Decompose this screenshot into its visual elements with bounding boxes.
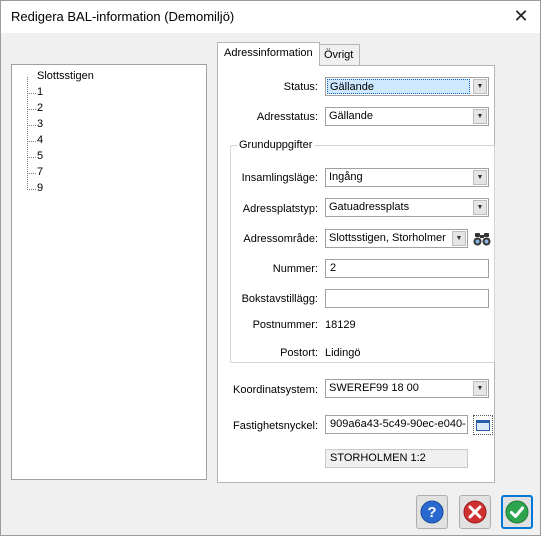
window-title: Redigera BAL-information (Demomiljö) [11, 9, 235, 24]
binoculars-icon[interactable] [472, 229, 492, 249]
status-label: Status: [283, 81, 318, 93]
tree-item[interactable]: 7 [37, 166, 43, 178]
fastighetsnyckel-input[interactable]: 909a6a43-5c49-90ec-e040- [325, 415, 468, 434]
tree-item[interactable]: 1 [37, 86, 43, 98]
svg-text:?: ? [427, 504, 436, 521]
tree-connector [27, 93, 36, 94]
nummer-label: Nummer: [272, 263, 318, 275]
status-select[interactable]: Gällande ▼ [325, 77, 489, 96]
map-window-icon[interactable] [473, 415, 493, 435]
koordinatsystem-select[interactable]: SWEREF99 18 00 ▼ [325, 379, 489, 398]
adresstatus-value: Gällande [329, 110, 374, 122]
tab-ovrigt[interactable]: Övrigt [317, 44, 361, 66]
chevron-down-icon[interactable]: ▼ [473, 109, 487, 124]
tree-connector [27, 157, 36, 158]
adressplatstyp-value: Gatuadressplats [329, 201, 410, 213]
bokstavstillagg-label: Bokstavstillägg: [241, 293, 318, 305]
chevron-down-icon[interactable]: ▼ [473, 381, 487, 396]
tree-connector [27, 125, 36, 126]
adressomrade-label: Adressområde: [243, 233, 318, 245]
postnummer-value: 18129 [325, 319, 356, 331]
insamlingslage-label: Insamlingsläge: [241, 172, 318, 184]
nummer-input[interactable]: 2 [325, 259, 489, 278]
postort-value: Lidingö [325, 347, 361, 359]
tree-item[interactable]: 4 [37, 134, 43, 146]
chevron-down-icon[interactable]: ▼ [452, 231, 466, 246]
postort-label: Postort: [280, 347, 318, 359]
ok-check-icon [505, 500, 529, 524]
tree-item[interactable]: 9 [37, 182, 43, 194]
tree-connector [27, 109, 36, 110]
status-value: Gällande [327, 79, 470, 94]
adressplatstyp-label: Adressplatstyp: [242, 203, 318, 215]
title-bar: Redigera BAL-information (Demomiljö) ✕ [1, 1, 540, 33]
insamlingslage-value: Ingång [329, 171, 363, 183]
chevron-down-icon[interactable]: ▼ [473, 170, 487, 185]
tree-root-item[interactable]: Slottsstigen [37, 70, 94, 82]
bokstavstillagg-input[interactable] [325, 289, 489, 308]
fastighet-display: STORHOLMEN 1:2 [325, 449, 468, 468]
tab-adressinformation[interactable]: Adressinformation [217, 42, 320, 66]
chevron-down-icon[interactable]: ▼ [473, 200, 487, 215]
help-icon: ? [420, 500, 444, 524]
koordinatsystem-value: SWEREF99 18 00 [329, 382, 419, 394]
ok-button[interactable] [501, 495, 533, 529]
tree-item[interactable]: 2 [37, 102, 43, 114]
help-button[interactable]: ? [416, 495, 448, 529]
adresstatus-label: Adresstatus: [256, 111, 318, 123]
tree-connector [27, 173, 36, 174]
close-icon[interactable]: ✕ [510, 5, 532, 27]
dialog-window: Redigera BAL-information (Demomiljö) ✕ S… [0, 0, 541, 536]
group-title: Grunduppgifter [237, 139, 315, 151]
tree-item[interactable]: 3 [37, 118, 43, 130]
tree-connector [27, 189, 36, 190]
postnummer-label: Postnummer: [252, 319, 318, 331]
adressomrade-select[interactable]: Slottsstigen, Storholmer ▼ [325, 229, 468, 248]
address-tree[interactable]: Slottsstigen 1 2 3 4 5 7 9 [11, 64, 207, 480]
tree-connector [27, 141, 36, 142]
insamlingslage-select[interactable]: Ingång ▼ [325, 168, 489, 187]
cancel-icon [463, 500, 487, 524]
fastighetsnyckel-label: Fastighetsnyckel: [233, 420, 318, 432]
chevron-down-icon[interactable]: ▼ [473, 79, 487, 94]
tree-item[interactable]: 5 [37, 150, 43, 162]
adressomrade-value: Slottsstigen, Storholmer [329, 232, 446, 244]
adressplatstyp-select[interactable]: Gatuadressplats ▼ [325, 198, 489, 217]
koordinatsystem-label: Koordinatsystem: [233, 384, 318, 396]
cancel-button[interactable] [459, 495, 491, 529]
adresstatus-select[interactable]: Gällande ▼ [325, 107, 489, 126]
